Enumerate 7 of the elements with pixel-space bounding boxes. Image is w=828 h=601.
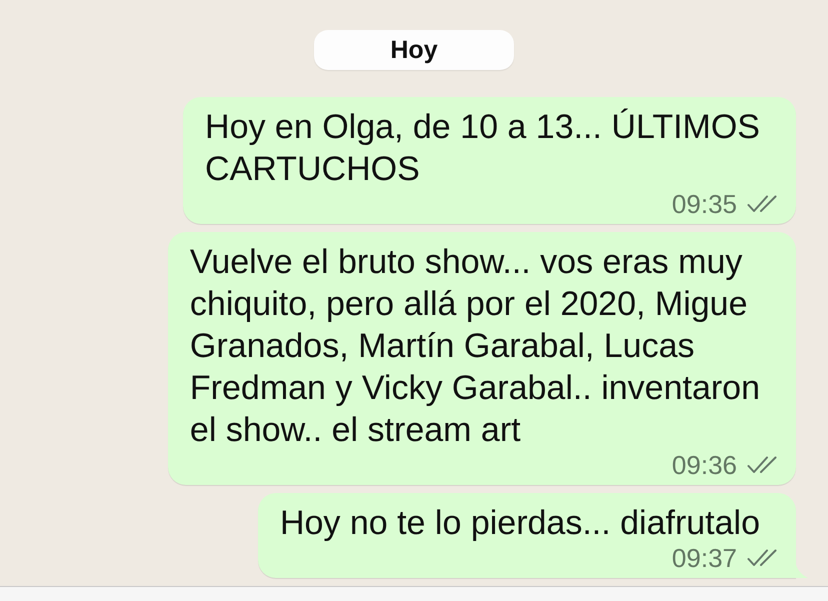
date-badge: Hoy (314, 30, 514, 70)
message-text: Vuelve el bruto show... vos eras muy chiquito, pero allá por el 2020, Migue Granados, Martín Garabal, Lucas Fredman y Vicky Garabal.. inventaron el show.. el stream art (190, 242, 761, 451)
message-text: Hoy en Olga, de 10 a 13... ÚLTIMOS CARTUCHOS (205, 107, 761, 190)
message-time: 09:35 (672, 190, 737, 218)
message-text: Hoy no te lo pierdas... diafrutalo (280, 503, 761, 544)
message-time: 09:37 (672, 544, 737, 572)
message-time: 09:36 (672, 451, 737, 479)
